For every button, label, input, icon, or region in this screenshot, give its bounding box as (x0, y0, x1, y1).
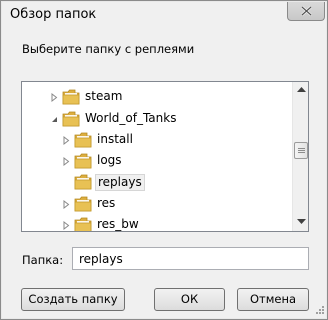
folder-icon (74, 132, 92, 148)
tree-item[interactable]: res_bw (22, 215, 292, 231)
tree-item-label: steam (85, 89, 123, 103)
scroll-down-button[interactable] (293, 214, 308, 231)
tree-item-label: res_bw (97, 217, 139, 231)
folder-field-label: Папка: (22, 253, 64, 267)
folder-icon (74, 196, 92, 212)
folder-icon (74, 153, 92, 169)
cancel-button[interactable]: Отмена (237, 288, 309, 311)
tree-item[interactable]: steam (22, 87, 292, 108)
collapsed-arrow-icon[interactable] (62, 157, 71, 166)
scroll-down-arrow-icon (297, 219, 306, 224)
tree-item[interactable]: replays (22, 172, 292, 193)
tree-item[interactable]: World_of_Tanks (22, 109, 292, 130)
browse-folders-dialog: Обзор папок Выберите папку с реплеями st… (0, 0, 328, 320)
scroll-thumb[interactable] (294, 142, 308, 159)
scroll-up-arrow-icon (297, 87, 306, 92)
tree-item[interactable]: res (22, 194, 292, 215)
dialog-prompt: Выберите папку с реплеями (22, 42, 195, 56)
title-bar[interactable]: Обзор папок (2, 2, 326, 32)
close-icon (301, 6, 312, 16)
folder-tree[interactable]: steam World_of_Tanksinstall logs replays res… (21, 81, 309, 232)
folder-icon (62, 111, 80, 127)
expanded-arrow-icon[interactable] (50, 115, 59, 124)
tree-item[interactable]: logs (22, 151, 292, 172)
folder-name-input[interactable] (72, 247, 309, 270)
tree-item[interactable]: install (22, 130, 292, 151)
tree-item-label: res (97, 196, 116, 210)
tree-item-label: replays (95, 174, 145, 191)
tree-item-label: logs (97, 153, 122, 167)
collapsed-arrow-icon[interactable] (62, 200, 71, 209)
folder-icon (74, 217, 92, 231)
folder-icon (62, 89, 80, 105)
collapsed-arrow-icon[interactable] (62, 221, 71, 230)
close-button[interactable] (287, 2, 325, 21)
tree-item-label: World_of_Tanks (85, 111, 177, 125)
tree-item-label: install (97, 132, 133, 146)
resize-grip-icon[interactable] (313, 305, 325, 317)
folder-icon (74, 174, 92, 190)
create-folder-button[interactable]: Создать папку (21, 288, 125, 311)
tree-vertical-scrollbar[interactable] (292, 82, 308, 231)
collapsed-arrow-icon[interactable] (62, 136, 71, 145)
collapsed-arrow-icon[interactable] (50, 93, 59, 102)
ok-button[interactable]: ОК (154, 288, 225, 311)
scroll-up-button[interactable] (293, 82, 308, 99)
window-title: Обзор папок (10, 7, 97, 22)
